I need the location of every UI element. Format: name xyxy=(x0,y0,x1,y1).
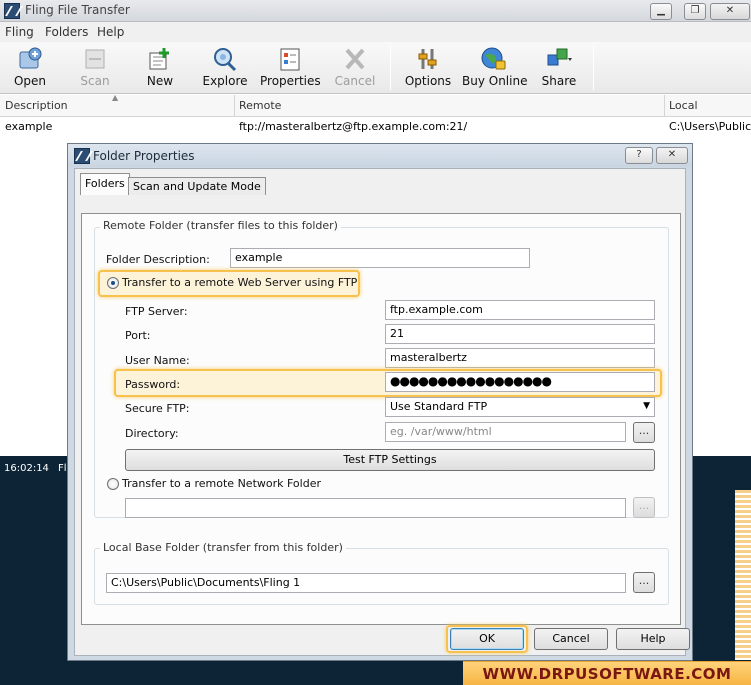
directory-field[interactable]: eg. /var/www/html xyxy=(385,422,626,442)
password-field[interactable]: ●●●●●●●●●●●●●●●●● xyxy=(385,372,655,392)
port-field[interactable]: 21 xyxy=(385,324,655,344)
test-ftp-settings-button[interactable]: Test FTP Settings xyxy=(125,449,655,471)
username-label: User Name: xyxy=(125,354,190,367)
local-browse-button[interactable]: ... xyxy=(633,572,655,593)
local-path-field[interactable]: C:\Users\Public\Documents\Fling 1 xyxy=(106,573,626,593)
cell-description: example xyxy=(5,120,53,133)
properties-icon xyxy=(276,46,304,72)
folder-description-field[interactable]: example xyxy=(230,248,530,268)
tab-panel-folders: Remote Folder (transfer files to this fo… xyxy=(81,213,681,625)
remote-folder-group-label: Remote Folder (transfer files to this fo… xyxy=(100,219,341,232)
directory-browse-button[interactable]: ... xyxy=(633,422,655,443)
network-radio[interactable] xyxy=(107,478,119,490)
toolbar-separator xyxy=(390,46,391,90)
ftp-server-label: FTP Server: xyxy=(125,305,188,318)
password-label: Password: xyxy=(125,378,181,391)
chevron-down-icon: ▼ xyxy=(643,401,650,411)
column-separator[interactable] xyxy=(234,95,235,117)
tab-folders[interactable]: Folders xyxy=(80,173,130,195)
dialog-client: Folders Scan and Update Mode Remote Fold… xyxy=(74,168,690,656)
share-icon xyxy=(545,46,573,72)
toolbar-separator xyxy=(593,46,594,90)
close-button[interactable]: ✕ xyxy=(710,3,750,20)
scan-icon xyxy=(81,46,109,72)
new-icon xyxy=(146,46,174,72)
network-browse-button[interactable]: ... xyxy=(633,497,655,518)
log-time: 16:02:14 xyxy=(4,463,49,474)
column-remote[interactable]: Remote xyxy=(239,99,281,112)
watermark-banner: WWW.DRPUSOFTWARE.COM xyxy=(463,661,751,685)
watermark-strip xyxy=(735,490,751,660)
cancel-toolbar-button[interactable]: Cancel xyxy=(333,44,377,92)
tab-scan-update-mode[interactable]: Scan and Update Mode xyxy=(128,177,266,195)
column-local[interactable]: Local xyxy=(669,99,698,112)
cell-local: C:\Users\Public\ xyxy=(669,120,751,133)
dialog-title: Folder Properties xyxy=(93,149,195,163)
dialog-titlebar: Folder Properties ? ✕ xyxy=(68,144,692,167)
table-row[interactable]: example ftp://masteralbertz@ftp.example.… xyxy=(0,117,751,136)
menu-folders[interactable]: Folders xyxy=(45,25,88,39)
buy-online-button[interactable]: Buy Online xyxy=(462,44,527,92)
ftp-radio-label[interactable]: Transfer to a remote Web Server using FT… xyxy=(122,276,357,289)
secure-ftp-value: Use Standard FTP xyxy=(390,400,488,413)
app-logo-icon xyxy=(4,3,20,19)
maximize-button[interactable]: ❐ xyxy=(684,3,706,20)
list-header: Description ▲ Remote Local xyxy=(0,93,751,117)
menubar: Fling Folders Help xyxy=(0,22,751,42)
explore-icon xyxy=(211,46,239,72)
network-radio-label[interactable]: Transfer to a remote Network Folder xyxy=(122,477,321,490)
log-message: Fl xyxy=(58,463,67,474)
folder-description-label: Folder Description: xyxy=(106,253,210,266)
menu-fling[interactable]: Fling xyxy=(5,25,34,39)
menu-help[interactable]: Help xyxy=(97,25,124,39)
network-folder-field[interactable] xyxy=(125,498,626,518)
options-icon xyxy=(414,46,442,72)
sort-arrow-icon: ▲ xyxy=(112,93,119,102)
minimize-button[interactable]: ▁ xyxy=(650,3,672,20)
dialog-help-button[interactable]: ? xyxy=(625,147,653,164)
ftp-server-field[interactable]: ftp.example.com xyxy=(385,300,655,320)
secure-ftp-select[interactable]: Use Standard FTP ▼ xyxy=(385,397,655,417)
window-title: Fling File Transfer xyxy=(25,3,130,17)
explore-button[interactable]: Explore xyxy=(200,44,250,92)
username-field[interactable]: masteralbertz xyxy=(385,348,655,368)
share-button[interactable]: Share xyxy=(538,44,580,92)
watermark-text: WWW.DRPUSOFTWARE.COM xyxy=(482,665,732,683)
options-button[interactable]: Options xyxy=(404,44,452,92)
open-icon xyxy=(16,46,44,72)
ftp-radio[interactable] xyxy=(107,277,119,289)
directory-label: Directory: xyxy=(125,427,179,440)
toolbar: Open Scan New Explore Properties Cancel xyxy=(0,42,751,94)
globe-icon xyxy=(479,46,507,72)
column-description[interactable]: Description xyxy=(5,99,68,112)
ok-button[interactable]: OK xyxy=(450,628,524,650)
properties-button[interactable]: Properties xyxy=(260,44,321,92)
local-folder-group-label: Local Base Folder (transfer from this fo… xyxy=(100,541,346,554)
secure-ftp-label: Secure FTP: xyxy=(125,402,190,415)
scan-button[interactable]: Scan xyxy=(72,44,118,92)
cancel-icon xyxy=(341,46,369,72)
cell-remote: ftp://masteralbertz@ftp.example.com:21/ xyxy=(239,120,468,133)
new-button[interactable]: New xyxy=(138,44,182,92)
column-separator[interactable] xyxy=(664,95,665,117)
dialog-logo-icon xyxy=(74,148,90,164)
folder-properties-dialog: Folder Properties ? ✕ Folders Scan and U… xyxy=(67,143,693,661)
help-button[interactable]: Help xyxy=(616,628,690,650)
dialog-close-button[interactable]: ✕ xyxy=(656,147,688,164)
main-titlebar: Fling File Transfer ▁ ❐ ✕ xyxy=(0,0,751,22)
open-button[interactable]: Open xyxy=(6,44,54,92)
port-label: Port: xyxy=(125,329,151,342)
cancel-button[interactable]: Cancel xyxy=(534,628,608,650)
